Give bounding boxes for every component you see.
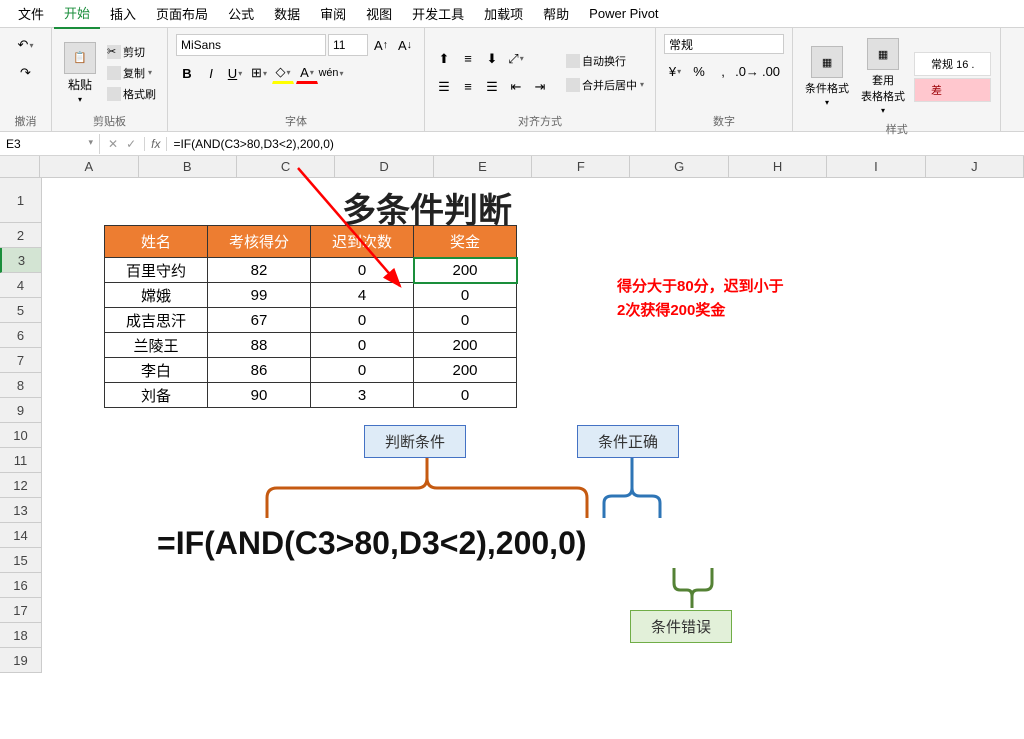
row-header[interactable]: 11 bbox=[0, 448, 41, 473]
annotation-false: 条件错误 bbox=[630, 610, 732, 643]
cell[interactable]: 86 bbox=[208, 358, 311, 383]
row-header[interactable]: 13 bbox=[0, 498, 41, 523]
cell[interactable]: 200 bbox=[414, 358, 517, 383]
row-header[interactable]: 12 bbox=[0, 473, 41, 498]
row-header[interactable]: 18 bbox=[0, 623, 41, 648]
table-format-icon: ▦ bbox=[867, 38, 899, 70]
conditional-format-button[interactable]: ▦ 条件格式▾ bbox=[801, 42, 853, 111]
explanation-note: 得分大于80分，迟到小于 2次获得200奖金 bbox=[617, 275, 784, 323]
decrease-decimal-button[interactable]: .00 bbox=[760, 60, 782, 82]
row-header[interactable]: 14 bbox=[0, 523, 41, 548]
cell[interactable]: 0 bbox=[414, 383, 517, 408]
row-header[interactable]: 19 bbox=[0, 648, 41, 673]
orientation-button[interactable]: ⤢ bbox=[505, 48, 527, 70]
number-group-label: 数字 bbox=[664, 111, 784, 129]
increase-indent-button[interactable]: ⇥ bbox=[529, 76, 551, 98]
table-row: 刘备 90 3 0 bbox=[105, 383, 517, 408]
col-header[interactable]: H bbox=[729, 156, 827, 177]
big-formula-display: =IF(AND(C3>80,D3<2),200,0) bbox=[157, 525, 587, 562]
merge-icon bbox=[566, 78, 580, 92]
col-header[interactable]: I bbox=[827, 156, 925, 177]
cell[interactable]: 0 bbox=[311, 358, 414, 383]
row-header[interactable]: 10 bbox=[0, 423, 41, 448]
cell[interactable]: 刘备 bbox=[105, 383, 208, 408]
percent-button[interactable]: % bbox=[688, 60, 710, 82]
cell[interactable]: 90 bbox=[208, 383, 311, 408]
cell[interactable]: 3 bbox=[311, 383, 414, 408]
wrap-text-button[interactable]: 自动换行 bbox=[563, 52, 647, 70]
pointer-arrow bbox=[0, 0, 500, 350]
row-header[interactable]: 7 bbox=[0, 348, 41, 373]
row-header[interactable]: 15 bbox=[0, 548, 41, 573]
merge-center-button[interactable]: 合并后居中 bbox=[563, 76, 647, 94]
format-as-table-button[interactable]: ▦ 套用 表格格式▾ bbox=[857, 34, 909, 119]
row-header[interactable]: 8 bbox=[0, 373, 41, 398]
row-header[interactable]: 17 bbox=[0, 598, 41, 623]
cond-format-icon: ▦ bbox=[811, 46, 843, 78]
number-format-select[interactable] bbox=[664, 34, 784, 54]
row-header[interactable]: 9 bbox=[0, 398, 41, 423]
menu-powerpivot[interactable]: Power Pivot bbox=[579, 1, 668, 26]
comma-button[interactable]: , bbox=[712, 60, 734, 82]
cell-style-normal[interactable]: 常规 16 . bbox=[914, 52, 991, 76]
increase-decimal-button[interactable]: .0→ bbox=[736, 60, 758, 82]
decrease-indent-button[interactable]: ⇤ bbox=[505, 76, 527, 98]
wrap-icon bbox=[566, 54, 580, 68]
currency-button[interactable]: ¥ bbox=[664, 60, 686, 82]
col-header[interactable]: J bbox=[926, 156, 1024, 177]
col-header[interactable]: G bbox=[630, 156, 728, 177]
cell[interactable]: 李白 bbox=[105, 358, 208, 383]
cell-style-bad[interactable]: 差 bbox=[914, 78, 991, 102]
col-header[interactable]: F bbox=[532, 156, 630, 177]
annotation-condition: 判断条件 bbox=[364, 425, 466, 458]
table-row: 李白 86 0 200 bbox=[105, 358, 517, 383]
row-header[interactable]: 16 bbox=[0, 573, 41, 598]
annotation-true: 条件正确 bbox=[577, 425, 679, 458]
menu-help[interactable]: 帮助 bbox=[533, 0, 579, 28]
